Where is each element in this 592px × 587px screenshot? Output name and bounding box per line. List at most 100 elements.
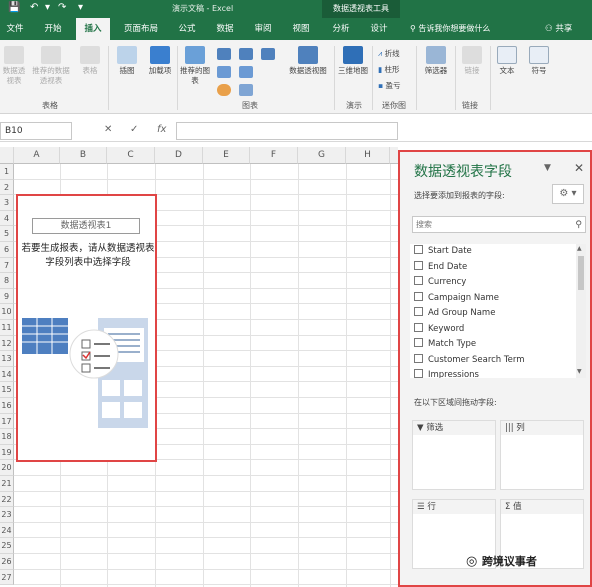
checkbox[interactable]: [414, 307, 423, 316]
tell-me-box[interactable]: ⚲ 告诉我你想要做什么: [410, 18, 490, 40]
pivot-table-placeholder[interactable]: 数据透视表1 若要生成报表，请从数据透视表字段列表中选择字段: [16, 194, 157, 462]
sparkline-winloss-button[interactable]: ▪ 盈亏: [378, 80, 400, 91]
column-header[interactable]: D: [155, 147, 203, 164]
save-icon[interactable]: 💾: [8, 2, 20, 13]
cancel-icon[interactable]: ✕: [104, 124, 112, 135]
illustrations-button[interactable]: 插图: [112, 46, 142, 76]
redo-icon[interactable]: ↷: [58, 2, 66, 13]
insert-function-icon[interactable]: fx: [157, 124, 166, 135]
column-header[interactable]: G: [298, 147, 346, 164]
row-header[interactable]: 23: [0, 507, 14, 523]
column-header[interactable]: I: [390, 147, 398, 164]
sparkline-column-button[interactable]: ▮ 柱形: [378, 64, 400, 75]
row-header[interactable]: 27: [0, 569, 14, 586]
tab-insert[interactable]: 插入: [76, 18, 110, 40]
waterfall-chart-button[interactable]: [258, 48, 278, 62]
statistic-chart-button[interactable]: [236, 66, 256, 80]
customize-qat-icon[interactable]: ▾: [78, 2, 83, 13]
row-header[interactable]: 24: [0, 522, 14, 539]
row-header[interactable]: 14: [0, 366, 14, 383]
checkbox[interactable]: [414, 338, 423, 347]
pie-chart-button[interactable]: [214, 84, 234, 98]
field-item[interactable]: Customer Search Term: [414, 353, 525, 368]
column-chart-button[interactable]: [214, 48, 234, 62]
tab-review[interactable]: 审阅: [248, 18, 278, 40]
row-header[interactable]: 2: [0, 179, 14, 196]
row-header[interactable]: 4: [0, 210, 14, 227]
recommended-charts-button[interactable]: 推荐的图表: [180, 46, 210, 86]
line-chart-button[interactable]: [214, 66, 234, 80]
field-search-input[interactable]: 搜索 ⚲: [412, 216, 586, 233]
checkbox[interactable]: [414, 353, 423, 363]
share-button[interactable]: ⚇ 共享: [545, 18, 572, 40]
row-header[interactable]: 20: [0, 460, 14, 476]
row-header[interactable]: 13: [0, 351, 14, 367]
checkbox[interactable]: [414, 322, 423, 332]
field-list-scrollbar[interactable]: ▲ ▼: [576, 244, 586, 378]
row-header[interactable]: 10: [0, 304, 14, 320]
tab-design[interactable]: 设计: [364, 18, 394, 40]
filters-button[interactable]: 筛选器: [420, 46, 452, 76]
tab-analyze[interactable]: 分析: [326, 18, 356, 40]
row-header[interactable]: 11: [0, 320, 14, 336]
row-header[interactable]: 3: [0, 195, 14, 211]
row-header[interactable]: 8: [0, 273, 14, 289]
field-item[interactable]: Match Type: [414, 337, 476, 352]
row-header[interactable]: 22: [0, 491, 14, 508]
close-icon[interactable]: ✕: [574, 161, 584, 175]
filters-area[interactable]: ▼ 筛选: [412, 420, 496, 490]
name-box[interactable]: B10: [0, 122, 72, 140]
column-header[interactable]: A: [14, 147, 60, 164]
formula-input[interactable]: [176, 122, 398, 140]
hierarchy-chart-button[interactable]: [236, 48, 256, 62]
columns-area[interactable]: ||| 列: [500, 420, 584, 490]
column-header[interactable]: C: [107, 147, 155, 164]
row-header[interactable]: 9: [0, 288, 14, 305]
checkbox[interactable]: [414, 291, 423, 301]
scroll-up-icon[interactable]: ▲: [577, 245, 582, 252]
field-item[interactable]: Campaign Name: [414, 291, 499, 306]
row-header[interactable]: 19: [0, 444, 14, 461]
row-header[interactable]: 26: [0, 554, 14, 570]
field-item[interactable]: Keyword: [414, 322, 464, 337]
text-button[interactable]: 文本: [494, 46, 520, 76]
checkbox[interactable]: [414, 276, 423, 285]
select-all-corner[interactable]: [0, 147, 14, 164]
dropdown-icon[interactable]: ▾: [45, 2, 50, 13]
table-button[interactable]: 表格: [78, 46, 102, 76]
pivot-chart-button[interactable]: 数据透视图: [286, 46, 330, 76]
chevron-down-icon[interactable]: ▼: [544, 163, 551, 173]
scatter-chart-button[interactable]: [236, 84, 256, 98]
field-item[interactable]: Start Date: [414, 244, 472, 259]
recommended-pivot-button[interactable]: 推荐的数据透视表: [30, 46, 72, 86]
tab-data[interactable]: 数据: [210, 18, 240, 40]
column-header[interactable]: E: [203, 147, 250, 164]
pivot-table-button[interactable]: 数据透视表: [2, 46, 26, 86]
row-header[interactable]: 16: [0, 398, 14, 414]
row-header[interactable]: 21: [0, 476, 14, 492]
tab-view[interactable]: 视图: [286, 18, 316, 40]
row-header[interactable]: 6: [0, 242, 14, 258]
tab-file[interactable]: 文件: [0, 18, 30, 40]
field-item[interactable]: Currency: [414, 275, 466, 290]
column-header[interactable]: F: [250, 147, 298, 164]
column-header[interactable]: H: [346, 147, 390, 164]
undo-icon[interactable]: ↶: [30, 2, 38, 13]
field-item[interactable]: Ad Group Name: [414, 306, 495, 321]
row-header[interactable]: 5: [0, 226, 14, 242]
row-header[interactable]: 25: [0, 538, 14, 554]
enter-icon[interactable]: ✓: [130, 124, 138, 135]
row-header[interactable]: 1: [0, 164, 14, 180]
column-header[interactable]: B: [60, 147, 107, 164]
sparkline-line-button[interactable]: ⩘ 折线: [378, 48, 400, 59]
row-header[interactable]: 17: [0, 413, 14, 430]
link-button[interactable]: 链接: [458, 46, 486, 76]
tab-page-layout[interactable]: 页面布局: [118, 18, 164, 40]
tab-formulas[interactable]: 公式: [172, 18, 202, 40]
3d-map-button[interactable]: 三维地图: [337, 46, 369, 76]
tab-home[interactable]: 开始: [36, 18, 70, 40]
row-header[interactable]: 15: [0, 382, 14, 398]
checkbox[interactable]: [414, 245, 423, 254]
settings-button[interactable]: ⚙ ▾: [552, 184, 584, 204]
field-item[interactable]: Impressions: [414, 368, 479, 378]
